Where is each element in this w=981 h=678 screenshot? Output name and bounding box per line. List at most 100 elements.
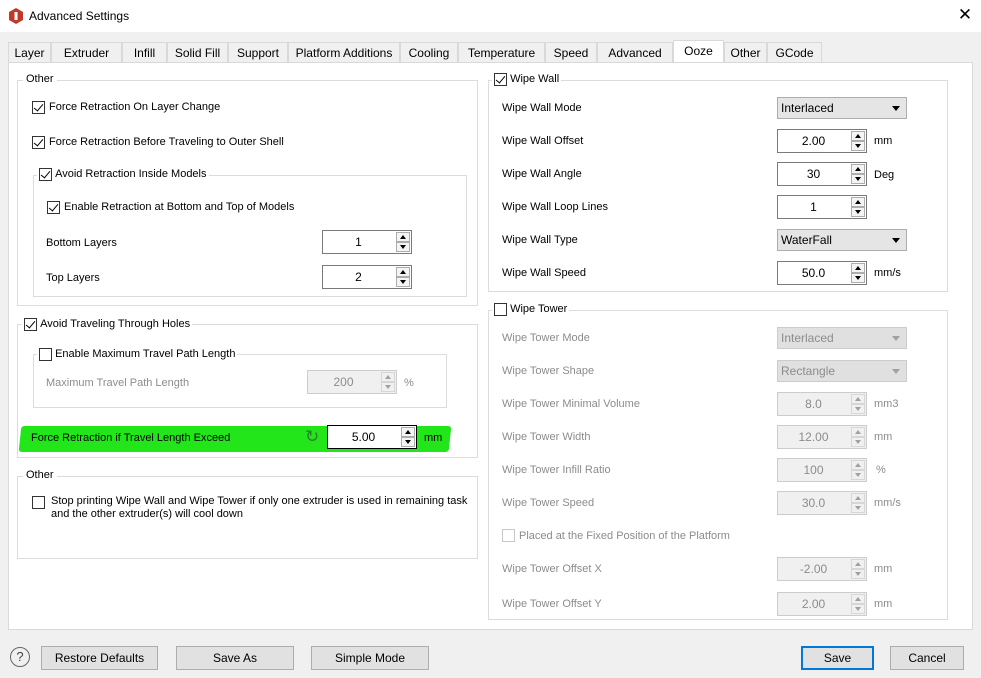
spin-up-icon[interactable] xyxy=(851,394,865,404)
spin-down-icon[interactable] xyxy=(851,141,865,151)
wipe-wall-offset-label: Wipe Wall Offset xyxy=(502,135,584,147)
spin-up-icon[interactable] xyxy=(381,372,395,382)
spin-down-icon[interactable] xyxy=(851,503,865,513)
force-retraction-exceed-unit: mm xyxy=(424,432,443,444)
simple-mode-button[interactable]: Simple Mode xyxy=(311,646,429,670)
wipe-tower-volume-spinbox[interactable]: 8.0 xyxy=(777,392,867,416)
spin-up-icon[interactable] xyxy=(851,594,865,604)
wipe-tower-width-label: Wipe Tower Width xyxy=(502,431,591,443)
spin-up-icon[interactable] xyxy=(851,493,865,503)
wipe-wall-angle-unit: Deg xyxy=(874,169,895,181)
force-retraction-outer-shell-label: Force Retraction Before Traveling to Out… xyxy=(49,136,284,148)
max-travel-spinbox[interactable]: 200 xyxy=(307,370,397,394)
wipe-wall-speed-spinbox[interactable]: 50.0 xyxy=(777,261,867,285)
spin-down-icon[interactable] xyxy=(401,437,415,447)
wipe-tower-offset-y-spinbox[interactable]: 2.00 xyxy=(777,592,867,616)
spin-down-icon[interactable] xyxy=(851,174,865,184)
tab-platform-additions[interactable]: Platform Additions xyxy=(288,42,400,62)
wipe-wall-type-dropdown[interactable]: WaterFall xyxy=(777,229,907,251)
spin-down-icon[interactable] xyxy=(851,470,865,480)
save-button[interactable]: Save xyxy=(801,646,874,670)
chevron-down-icon xyxy=(892,336,900,341)
enable-max-travel-checkbox[interactable] xyxy=(39,348,52,361)
spin-down-icon[interactable] xyxy=(396,242,410,252)
tab-support[interactable]: Support xyxy=(228,42,288,62)
wipe-wall-checkbox[interactable] xyxy=(494,73,507,86)
other-group-title: Other xyxy=(23,73,57,86)
spin-up-icon[interactable] xyxy=(851,427,865,437)
wipe-tower-offset-x-spinbox[interactable]: -2.00 xyxy=(777,557,867,581)
spin-up-icon[interactable] xyxy=(851,197,865,207)
avoid-retraction-checkbox[interactable] xyxy=(39,168,52,181)
spin-down-icon[interactable] xyxy=(851,569,865,579)
force-retraction-layer-change-checkbox[interactable] xyxy=(32,101,45,114)
wipe-tower-infill-spinbox[interactable]: 100 xyxy=(777,458,867,482)
spin-up-icon[interactable] xyxy=(851,559,865,569)
spin-down-icon[interactable] xyxy=(851,404,865,414)
wipe-tower-offset-x-value: -2.00 xyxy=(799,562,828,576)
wipe-wall-loop-spinbox[interactable]: 1 xyxy=(777,195,867,219)
wipe-tower-infill-label: Wipe Tower Infill Ratio xyxy=(502,464,611,476)
force-retraction-outer-shell-checkbox[interactable] xyxy=(32,136,45,149)
spin-down-icon[interactable] xyxy=(396,277,410,287)
tab-cooling[interactable]: Cooling xyxy=(400,42,458,62)
wipe-wall-speed-label: Wipe Wall Speed xyxy=(502,267,586,279)
enable-max-travel-label: Enable Maximum Travel Path Length xyxy=(55,348,236,360)
reset-icon[interactable]: ↻ xyxy=(305,427,319,447)
tab-ooze[interactable]: Ooze xyxy=(673,40,724,63)
spin-up-icon[interactable] xyxy=(851,460,865,470)
stop-printing-checkbox[interactable] xyxy=(32,496,45,509)
tab-advanced[interactable]: Advanced xyxy=(597,42,673,62)
tab-other[interactable]: Other xyxy=(724,42,767,62)
wipe-tower-mode-dropdown[interactable]: Interlaced xyxy=(777,327,907,349)
tab-infill[interactable]: Infill xyxy=(122,42,167,62)
wipe-wall-angle-value: 30 xyxy=(806,167,821,181)
tab-gcode[interactable]: GCode xyxy=(767,42,822,62)
cancel-button[interactable]: Cancel xyxy=(890,646,964,670)
wipe-wall-angle-spinbox[interactable]: 30 xyxy=(777,162,867,186)
tab-extruder[interactable]: Extruder xyxy=(51,42,122,62)
wipe-wall-offset-unit: mm xyxy=(874,135,893,147)
chevron-down-icon xyxy=(892,238,900,243)
force-retraction-layer-change-label: Force Retraction On Layer Change xyxy=(49,101,221,113)
wipe-tower-width-spinbox[interactable]: 12.00 xyxy=(777,425,867,449)
spin-up-icon[interactable] xyxy=(401,427,415,437)
stop-printing-label-line1: Stop printing Wipe Wall and Wipe Tower i… xyxy=(51,495,468,507)
force-retraction-exceed-spinbox[interactable]: 5.00 xyxy=(327,425,417,449)
tab-temperature[interactable]: Temperature xyxy=(458,42,545,62)
spin-down-icon[interactable] xyxy=(851,437,865,447)
wipe-tower-checkbox[interactable] xyxy=(494,303,507,316)
bottom-layers-spinbox[interactable]: 1 xyxy=(322,230,412,254)
wipe-tower-speed-spinbox[interactable]: 30.0 xyxy=(777,491,867,515)
window-title: Advanced Settings xyxy=(29,9,130,23)
wipe-tower-shape-value: Rectangle xyxy=(781,364,836,378)
wipe-wall-mode-dropdown[interactable]: Interlaced xyxy=(777,97,907,119)
spin-up-icon[interactable] xyxy=(851,164,865,174)
spin-up-icon[interactable] xyxy=(851,263,865,273)
save-as-button[interactable]: Save As xyxy=(176,646,294,670)
spin-down-icon[interactable] xyxy=(851,207,865,217)
stop-printing-label-line2: and the other extruder(s) will cool down xyxy=(51,508,243,520)
spin-up-icon[interactable] xyxy=(396,267,410,277)
wipe-wall-loop-label: Wipe Wall Loop Lines xyxy=(502,201,608,213)
wipe-tower-shape-dropdown[interactable]: Rectangle xyxy=(777,360,907,382)
wipe-wall-speed-value: 50.0 xyxy=(801,266,826,280)
spin-down-icon[interactable] xyxy=(381,382,395,392)
close-icon[interactable]: ✕ xyxy=(955,5,975,25)
fixed-position-checkbox[interactable] xyxy=(502,529,515,542)
wipe-tower-speed-value: 30.0 xyxy=(801,496,826,510)
tab-layer[interactable]: Layer xyxy=(8,42,51,62)
spin-down-icon[interactable] xyxy=(851,273,865,283)
wipe-wall-offset-spinbox[interactable]: 2.00 xyxy=(777,129,867,153)
enable-retraction-bottom-top-checkbox[interactable] xyxy=(47,201,60,214)
wipe-tower-offset-y-value: 2.00 xyxy=(801,597,826,611)
spin-up-icon[interactable] xyxy=(851,131,865,141)
spin-up-icon[interactable] xyxy=(396,232,410,242)
tab-speed[interactable]: Speed xyxy=(545,42,597,62)
avoid-travel-checkbox[interactable] xyxy=(24,318,37,331)
help-icon[interactable]: ? xyxy=(10,647,30,667)
spin-down-icon[interactable] xyxy=(851,604,865,614)
tab-solid-fill[interactable]: Solid Fill xyxy=(167,42,228,62)
top-layers-spinbox[interactable]: 2 xyxy=(322,265,412,289)
restore-defaults-button[interactable]: Restore Defaults xyxy=(41,646,158,670)
